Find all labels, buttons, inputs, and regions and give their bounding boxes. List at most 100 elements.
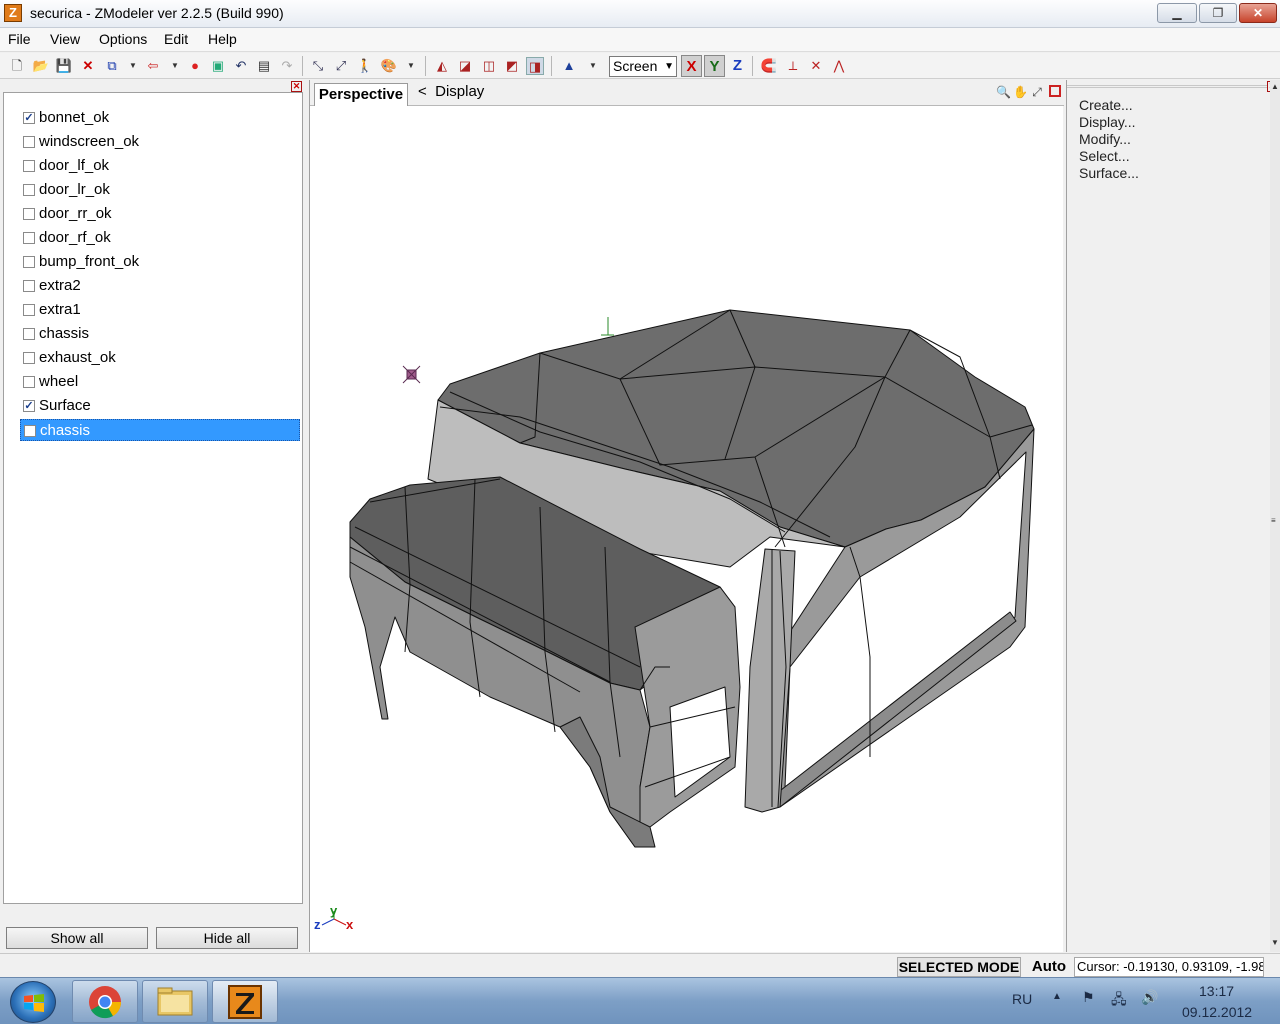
taskbar-chrome[interactable] bbox=[72, 980, 138, 1023]
hide-all-button[interactable]: Hide all bbox=[156, 927, 298, 949]
scroll-grip-icon[interactable]: ≡ bbox=[1271, 516, 1276, 525]
perspective-viewport[interactable]: Perspective < Display 🔍 ✋ ⤢ y z x bbox=[309, 80, 1064, 952]
visibility-checkbox[interactable] bbox=[23, 208, 35, 220]
edge-mode-icon[interactable]: ◪ bbox=[456, 57, 474, 75]
record-icon[interactable]: ● bbox=[186, 57, 204, 75]
snap-cross-icon[interactable]: ✕ bbox=[807, 57, 825, 75]
action-center-flag-icon[interactable]: ⚑ bbox=[1082, 989, 1095, 1006]
export-icon[interactable]: ⇦ bbox=[144, 57, 162, 75]
coordinate-space-select[interactable]: Screen ▼ bbox=[609, 56, 677, 77]
language-indicator[interactable]: RU bbox=[1012, 991, 1032, 1007]
scroll-up-icon[interactable]: ▲ bbox=[1271, 82, 1279, 91]
new-file-icon[interactable]: 🗋 bbox=[8, 57, 26, 75]
panel-grip[interactable] bbox=[1067, 85, 1267, 88]
snap-axis-icon[interactable]: ⟂ bbox=[784, 57, 802, 75]
scroll-down-icon[interactable]: ▼ bbox=[1271, 938, 1279, 947]
menu-file[interactable]: File bbox=[8, 31, 31, 47]
snap-plane-icon[interactable]: ⋀ bbox=[830, 57, 848, 75]
viewport-canvas[interactable]: y z x bbox=[310, 107, 1064, 952]
list-item[interactable]: bump_front_ok bbox=[20, 251, 300, 273]
visibility-checkbox[interactable]: ✓ bbox=[23, 400, 35, 412]
list-item[interactable]: exhaust_ok bbox=[20, 347, 300, 369]
list-item[interactable]: door_lf_ok bbox=[20, 155, 300, 177]
list-item[interactable]: door_lr_ok bbox=[20, 179, 300, 201]
visibility-checkbox[interactable] bbox=[23, 184, 35, 196]
taskbar-explorer[interactable] bbox=[142, 980, 208, 1023]
close-button[interactable]: ✕ bbox=[1239, 3, 1277, 23]
face-mode-icon[interactable]: ◫ bbox=[480, 57, 498, 75]
zmodeler-app-icon[interactable]: Z bbox=[4, 4, 22, 22]
command-display[interactable]: Display... bbox=[1079, 114, 1136, 130]
visibility-checkbox[interactable]: ✓ bbox=[23, 112, 35, 124]
undo-icon[interactable]: ↶ bbox=[232, 57, 250, 75]
save-icon[interactable]: 💾 bbox=[55, 57, 73, 75]
visibility-checkbox[interactable] bbox=[23, 304, 35, 316]
command-modify[interactable]: Modify... bbox=[1079, 131, 1131, 147]
axis-z-toggle[interactable]: Z bbox=[727, 55, 748, 77]
selection-mode-indicator[interactable]: SELECTED MODE bbox=[897, 957, 1021, 977]
visibility-checkbox[interactable] bbox=[23, 352, 35, 364]
menu-options[interactable]: Options bbox=[99, 31, 147, 47]
minimize-button[interactable]: ▁ bbox=[1157, 3, 1197, 23]
list-item[interactable]: extra1 bbox=[20, 299, 300, 321]
select-tool-icon[interactable]: ⤡ bbox=[309, 57, 327, 75]
magnet-icon[interactable]: 🧲 bbox=[760, 57, 778, 75]
axis-y-toggle[interactable]: Y bbox=[704, 55, 725, 77]
auto-indicator[interactable]: Auto bbox=[1026, 957, 1072, 977]
network-icon[interactable]: 🖧 bbox=[1111, 989, 1127, 1013]
tab-perspective[interactable]: Perspective bbox=[314, 83, 408, 106]
image-icon[interactable]: ▣ bbox=[209, 57, 227, 75]
list-item[interactable]: wheel bbox=[20, 371, 300, 393]
move-tool-icon[interactable]: ⤢ bbox=[332, 57, 350, 75]
import-dropdown-icon[interactable]: ▼ bbox=[124, 57, 142, 75]
object-mode-icon[interactable]: ◩ bbox=[503, 57, 521, 75]
command-select[interactable]: Select... bbox=[1079, 148, 1130, 164]
open-folder-icon[interactable]: 📂 bbox=[32, 57, 50, 75]
pivot-dropdown-icon[interactable]: ▼ bbox=[584, 57, 602, 75]
list-item[interactable]: windscreen_ok bbox=[20, 131, 300, 153]
close-panel-icon[interactable]: ✕ bbox=[291, 81, 302, 92]
paint-tool-icon[interactable]: 🎨 bbox=[380, 57, 398, 75]
maximize-button[interactable]: ❐ bbox=[1199, 3, 1237, 23]
show-all-button[interactable]: Show all bbox=[6, 927, 148, 949]
box-mode-icon[interactable]: ◨ bbox=[526, 57, 544, 75]
tray-expand-icon[interactable]: ▲ bbox=[1052, 991, 1062, 1002]
car-mesh[interactable] bbox=[349, 309, 1035, 848]
list-item-selected[interactable]: chassis bbox=[20, 419, 300, 441]
axis-x-toggle[interactable]: X bbox=[681, 55, 702, 77]
volume-icon[interactable]: 🔊 bbox=[1141, 989, 1158, 1006]
vertex-mode-icon[interactable]: ◭ bbox=[433, 57, 451, 75]
command-surface[interactable]: Surface... bbox=[1079, 165, 1139, 181]
tool-dropdown-icon[interactable]: ▼ bbox=[402, 57, 420, 75]
list-item[interactable]: ✓ Surface bbox=[20, 395, 300, 417]
redo-icon[interactable]: ↷ bbox=[278, 57, 296, 75]
list-item[interactable]: ✓ bonnet_ok bbox=[20, 107, 300, 129]
pan-hand-icon[interactable]: ✋ bbox=[1013, 85, 1028, 99]
visibility-checkbox[interactable] bbox=[23, 376, 35, 388]
visibility-checkbox[interactable] bbox=[23, 232, 35, 244]
maximize-viewport-icon[interactable]: ⤢ bbox=[1030, 85, 1044, 99]
visibility-checkbox[interactable] bbox=[24, 425, 36, 437]
menu-view[interactable]: View bbox=[50, 31, 80, 47]
display-menu[interactable]: < Display bbox=[418, 83, 484, 100]
properties-icon[interactable]: ▤ bbox=[255, 57, 273, 75]
list-item[interactable]: door_rf_ok bbox=[20, 227, 300, 249]
list-item[interactable]: extra2 bbox=[20, 275, 300, 297]
list-item[interactable]: door_rr_ok bbox=[20, 203, 300, 225]
visibility-checkbox[interactable] bbox=[23, 136, 35, 148]
command-create[interactable]: Create... bbox=[1079, 97, 1133, 113]
delete-icon[interactable]: ✕ bbox=[79, 57, 97, 75]
visibility-checkbox[interactable] bbox=[23, 328, 35, 340]
visibility-checkbox[interactable] bbox=[23, 280, 35, 292]
visibility-checkbox[interactable] bbox=[23, 256, 35, 268]
zoom-icon[interactable]: 🔍 bbox=[996, 85, 1011, 99]
clock-time[interactable]: 13:17 bbox=[1199, 983, 1234, 999]
pivot-icon[interactable]: ▲ bbox=[560, 57, 578, 75]
viewport-close-icon[interactable] bbox=[1049, 85, 1061, 97]
walk-tool-icon[interactable]: 🚶 bbox=[356, 57, 374, 75]
import-icon[interactable]: ⧉ bbox=[103, 57, 121, 75]
clock-date[interactable]: 09.12.2012 bbox=[1182, 1004, 1252, 1020]
list-item[interactable]: chassis bbox=[20, 323, 300, 345]
command-panel-scrollbar[interactable]: ▲ ≡ ▼ bbox=[1270, 80, 1280, 952]
export-dropdown-icon[interactable]: ▼ bbox=[166, 57, 184, 75]
